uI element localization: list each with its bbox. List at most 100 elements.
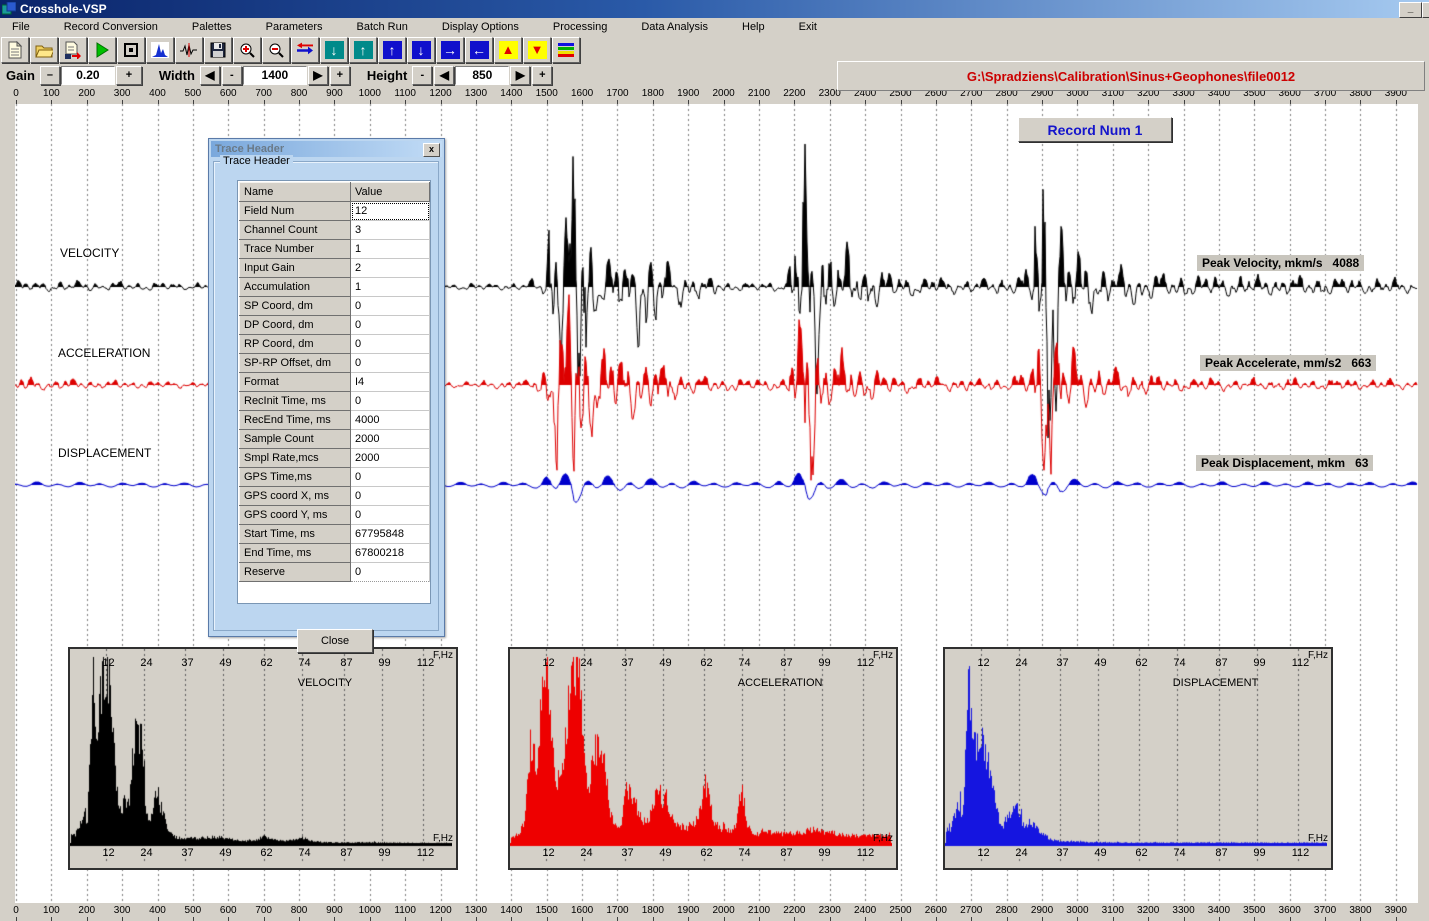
trace-header-dialog: Trace Header x Trace Header NameValueFie… <box>208 138 445 637</box>
ruler-tick-label: 1800 <box>642 905 664 916</box>
header-field-value[interactable]: 2 <box>351 259 430 278</box>
dialog-close-icon[interactable]: x <box>423 143 440 157</box>
amplitude-down-button[interactable]: ▼ <box>523 37 551 63</box>
height-plus-button[interactable]: + <box>532 66 552 85</box>
width-right-button[interactable]: ▶ <box>308 66 328 85</box>
scroll-right-button[interactable]: → <box>436 37 464 63</box>
menu-item-display-options[interactable]: Display Options <box>432 19 529 35</box>
height-minus-button[interactable]: - <box>412 66 432 85</box>
header-field-value[interactable]: 67800218 <box>351 544 430 563</box>
close-button[interactable]: Close <box>297 629 373 653</box>
gain-value[interactable]: 0.20 <box>61 66 115 85</box>
header-field-value[interactable]: 12 <box>351 202 430 221</box>
width-left-button[interactable]: ◀ <box>200 66 220 85</box>
header-field-value[interactable]: 0 <box>351 468 430 487</box>
menu-item-data-analysis[interactable]: Data Analysis <box>631 19 718 35</box>
width-value[interactable]: 1400 <box>243 66 307 85</box>
ruler-tick-label: 1400 <box>500 905 522 916</box>
ruler-tick <box>794 917 795 921</box>
header-field-value[interactable]: 0 <box>351 335 430 354</box>
shift-trace-up-button[interactable]: ↑ <box>349 37 377 63</box>
ruler-tick-label: 1200 <box>429 88 451 99</box>
ruler-tick <box>901 917 902 921</box>
header-field-name: GPS coord X, ms <box>240 487 351 506</box>
menu-item-batch-run[interactable]: Batch Run <box>347 19 418 35</box>
convert-record-button[interactable] <box>59 37 87 63</box>
record-number-badge: Record Num 1 <box>1018 117 1172 142</box>
displacement-spectrum-title: DISPLACEMENT <box>1173 677 1259 689</box>
width-minus-button[interactable]: - <box>222 66 242 85</box>
ruler-tick-label: 2900 <box>1031 905 1053 916</box>
palette-button[interactable] <box>552 37 580 63</box>
stop-button[interactable] <box>117 37 145 63</box>
maximize-button[interactable]: □ <box>1422 2 1429 18</box>
header-field-name: Smpl Rate,mcs <box>240 449 351 468</box>
width-plus-button[interactable]: + <box>330 66 350 85</box>
ruler-tick <box>936 917 937 921</box>
spectrum-tick-label: 99 <box>818 847 830 859</box>
menu-item-file[interactable]: File <box>2 19 40 35</box>
header-field-value[interactable]: 2000 <box>351 430 430 449</box>
scroll-down-button[interactable]: ↓ <box>407 37 435 63</box>
gain-minus-button[interactable]: – <box>40 66 60 85</box>
ruler-tick-label: 2100 <box>748 905 770 916</box>
height-left-button[interactable]: ◀ <box>434 66 454 85</box>
header-field-value[interactable]: 0 <box>351 563 430 582</box>
new-record-button[interactable] <box>1 37 29 63</box>
header-field-name: Channel Count <box>240 221 351 240</box>
header-field-value[interactable]: 0 <box>351 297 430 316</box>
menu-item-parameters[interactable]: Parameters <box>256 19 333 35</box>
scroll-up-button[interactable]: ↑ <box>378 37 406 63</box>
file-path-panel: G:\Spradziens\Calibration\Sinus+Geophone… <box>837 61 1425 91</box>
scroll-left-button[interactable]: ← <box>465 37 493 63</box>
spectrum-tick-label: 87 <box>780 657 792 669</box>
waveform-button[interactable] <box>175 37 203 63</box>
header-field-value[interactable]: 0 <box>351 392 430 411</box>
header-field-value[interactable]: 2000 <box>351 449 430 468</box>
zoom-out-button[interactable] <box>262 37 290 63</box>
ruler-tick-label: 800 <box>291 905 308 916</box>
menu-item-processing[interactable]: Processing <box>543 19 617 35</box>
ruler-tick-label: 2000 <box>712 88 734 99</box>
header-field-value[interactable]: 0 <box>351 506 430 525</box>
header-field-value[interactable]: 1 <box>351 240 430 259</box>
ruler-tick <box>51 917 52 921</box>
header-field-value[interactable]: 67795848 <box>351 525 430 544</box>
play-button[interactable] <box>88 37 116 63</box>
height-right-button[interactable]: ▶ <box>510 66 530 85</box>
ruler-tick <box>724 917 725 921</box>
header-field-name: RecEnd Time, ms <box>240 411 351 430</box>
header-field-value[interactable]: 1 <box>351 278 430 297</box>
title-bar[interactable]: Crosshole-VSP _ □ <box>0 0 1429 18</box>
ruler-tick-label: 100 <box>43 88 60 99</box>
header-field-value[interactable]: I4 <box>351 373 430 392</box>
spectrum-button[interactable] <box>146 37 174 63</box>
shift-trace-down-button[interactable]: ↓ <box>320 37 348 63</box>
menu-item-record-conversion[interactable]: Record Conversion <box>54 19 168 35</box>
amplitude-up-button[interactable]: ▲ <box>494 37 522 63</box>
ruler-tick-label: 3900 <box>1385 905 1407 916</box>
open-file-button[interactable] <box>30 37 58 63</box>
header-field-value[interactable]: 3 <box>351 221 430 240</box>
ruler-tick <box>1219 917 1220 921</box>
spectrum-tick-label: 74 <box>298 657 310 669</box>
minimize-button[interactable]: _ <box>1399 2 1422 18</box>
menu-item-help[interactable]: Help <box>732 19 775 35</box>
header-field-value[interactable]: 0 <box>351 316 430 335</box>
spectrum-tick-label: 112 <box>857 657 875 669</box>
header-field-value[interactable]: 0 <box>351 487 430 506</box>
save-button[interactable] <box>204 37 232 63</box>
gain-plus-button[interactable]: + <box>116 66 142 85</box>
header-field-value[interactable]: 0 <box>351 354 430 373</box>
swap-traces-button[interactable] <box>291 37 319 63</box>
menu-item-exit[interactable]: Exit <box>789 19 827 35</box>
ruler-tick <box>228 917 229 921</box>
menu-item-palettes[interactable]: Palettes <box>182 19 242 35</box>
height-value[interactable]: 850 <box>455 66 509 85</box>
freq-axis-label-top: F,Hz <box>873 650 893 661</box>
ruler-tick-label: 0 <box>13 88 19 99</box>
ruler-tick-label: 1000 <box>359 905 381 916</box>
zoom-in-button[interactable] <box>233 37 261 63</box>
spectrum-tick-label: 99 <box>378 657 390 669</box>
header-field-value[interactable]: 4000 <box>351 411 430 430</box>
